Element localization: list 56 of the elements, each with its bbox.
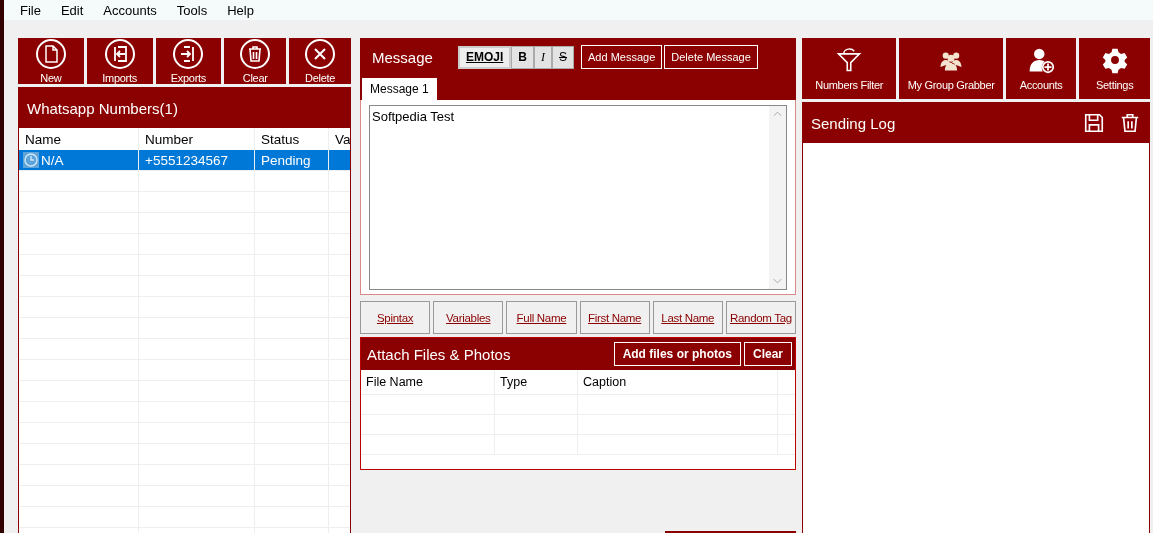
format-button[interactable]: B xyxy=(511,45,534,69)
format-button[interactable]: S xyxy=(552,45,575,69)
toolbar-button[interactable]: Numbers Filter xyxy=(802,38,897,99)
menu-item[interactable]: Accounts xyxy=(103,2,157,18)
scroll-up-icon[interactable] xyxy=(773,111,782,117)
import-icon xyxy=(103,38,136,70)
add-user-icon xyxy=(1027,46,1056,74)
column-header[interactable]: Type xyxy=(495,370,578,394)
toolbar-button[interactable]: Delete xyxy=(289,38,351,84)
message-field[interactable]: Softpedia Test xyxy=(369,105,787,290)
panel-title: Message xyxy=(372,48,434,66)
attach-button[interactable]: Clear xyxy=(743,342,792,366)
insert-link[interactable]: Variables xyxy=(433,301,504,334)
toolbar-button[interactable]: Clear xyxy=(224,38,287,84)
panel-title: Sending Log xyxy=(811,114,896,132)
toolbar-button[interactable]: Exports xyxy=(155,38,222,84)
table-cell: Pending xyxy=(261,152,311,168)
insert-link[interactable]: Last Name xyxy=(652,301,723,334)
insert-link[interactable]: Full Name xyxy=(506,301,577,334)
format-button[interactable]: I xyxy=(534,45,552,69)
insert-link[interactable]: Spintax xyxy=(360,301,431,334)
action-button[interactable]: Delete Message xyxy=(664,45,758,69)
export-icon xyxy=(172,38,205,70)
message-tab[interactable]: Message 1 xyxy=(362,78,437,100)
menu-item[interactable]: File xyxy=(20,2,41,18)
table-cell: N/A xyxy=(41,152,64,168)
toolbar-button[interactable]: Settings xyxy=(1079,38,1150,99)
scroll-down-icon[interactable] xyxy=(773,278,782,284)
toolbar-button[interactable]: My Group Grabber xyxy=(899,38,1003,99)
settings-icon xyxy=(1100,46,1129,74)
document-icon xyxy=(34,38,67,70)
menu-item[interactable]: Help xyxy=(227,2,254,18)
menu-item[interactable]: Edit xyxy=(60,2,84,18)
format-button[interactable]: EMOJI xyxy=(458,45,512,69)
insert-link[interactable]: First Name xyxy=(579,301,650,334)
save-icon[interactable] xyxy=(1083,112,1105,134)
insert-link[interactable]: Random Tag xyxy=(725,301,797,334)
clock-icon xyxy=(23,152,39,168)
scrollbar[interactable] xyxy=(769,106,786,289)
table-row[interactable]: N/A +5551234567 Pending xyxy=(19,150,350,171)
menu-item[interactable]: Tools xyxy=(176,2,208,18)
attach-button[interactable]: Add files or photos xyxy=(613,342,741,366)
funnel-icon xyxy=(835,46,864,74)
close-icon xyxy=(304,38,337,70)
column-header[interactable]: Caption xyxy=(578,370,778,394)
panel-title: Whatsapp Numbers(1) xyxy=(27,99,178,117)
column-header[interactable]: Va xyxy=(329,128,350,150)
panel-title: Attach Files & Photos xyxy=(367,345,512,363)
trash-icon xyxy=(239,38,272,70)
column-header[interactable]: File Name xyxy=(361,370,495,394)
trash-icon[interactable] xyxy=(1119,112,1141,134)
toolbar-button[interactable]: Imports xyxy=(86,38,153,84)
table-cell: +5551234567 xyxy=(145,152,228,168)
action-button[interactable]: Add Message xyxy=(581,45,663,69)
toolbar-button[interactable]: New xyxy=(18,38,84,84)
toolbar-button[interactable]: Accounts xyxy=(1005,38,1077,99)
